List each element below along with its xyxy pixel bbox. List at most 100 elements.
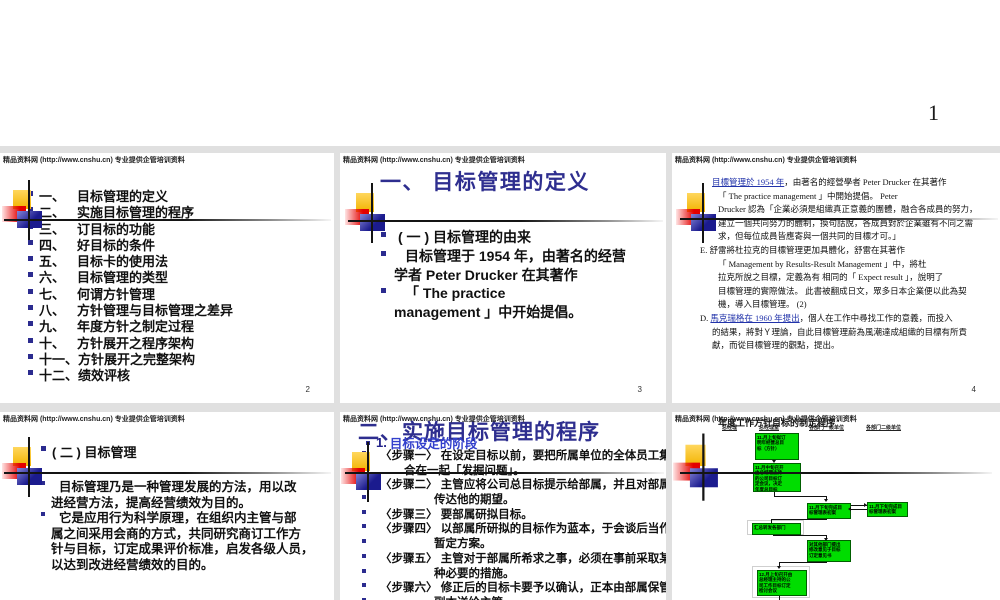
flow-box-table-draft-left[interactable]: 11.月下旬完成目 标管理表初案 xyxy=(807,503,851,519)
body-text: 目標管理於 1954 年，由著名的經營學者 Peter Drucker 在其著作… xyxy=(700,176,977,353)
connector-line xyxy=(773,535,827,536)
toc-item: 七、 何谓方针管理 xyxy=(28,284,233,302)
page-number: 1 xyxy=(928,100,939,125)
watermark-header: 精品资料网 (http://www.cnshu.cn) 专业提供企管培训资料 xyxy=(343,157,525,164)
page-number: 3 xyxy=(637,385,642,394)
step-line: 〈步骤六〉 修正后的目标卡要予以确认，正本由部属保管， xyxy=(362,579,666,594)
bullet-text: management 」中开始提倡。 xyxy=(394,304,583,321)
lane-header-level2: 各部门二级单位 xyxy=(866,425,902,431)
flow-box-distribute[interactable]: 汇总转发各部门 xyxy=(752,523,801,535)
text-line: 目標管理的實際做法。 此書被翻成日文，眾多日本企業便以此為契 xyxy=(700,285,977,299)
bullet-icon xyxy=(28,321,33,327)
bullet-line: ( 一 ) 目标管理的由来 xyxy=(381,227,626,246)
template-logo xyxy=(1,437,47,497)
toc-item: 二、 实施目标管理的程序 xyxy=(28,202,233,220)
bullet-line: 它是应用行为科学原理，在组织内主管与部 xyxy=(41,507,314,525)
text-line: D. 馬克瑞格在 1960 年提出，個人在工作中尋找工作的意義，而投入 xyxy=(700,312,977,326)
step-text: 〈步骤二〉 主管应将公司总目标提示给部属，并且对部属 xyxy=(380,479,666,492)
step-line: 〈步骤二〉 主管应将公司总目标提示给部属，并且对部属 xyxy=(362,476,666,491)
flow-box-feedback[interactable]: 对其他部门提出 修改意见于目标 订定意见书 xyxy=(807,540,851,562)
connector-line xyxy=(779,562,827,563)
title-rule xyxy=(348,220,663,222)
connector-line xyxy=(771,519,827,520)
section-label: 目标设定的阶段 xyxy=(389,437,478,451)
title-rule xyxy=(4,219,331,221)
toc-list: 一、 目标管理的定义 二、 实施目标管理的程序 三、 订目标的功能 四、 好目标… xyxy=(28,186,233,384)
text-segment: E. 舒雷將杜拉克的目標管理更加具體化，舒雷在其著作 xyxy=(700,244,905,255)
logo-vertical-line xyxy=(702,183,704,243)
text-segment: 求，但每位成員皆應寄與一個共同的目標才可。」 xyxy=(718,231,901,242)
slide-6-thumbnail[interactable]: 二、实施目标管理的程序 精品资料网 (http://www.cnshu.cn) … xyxy=(340,412,666,600)
toc-item: 十一、 方针展开之完整架构 xyxy=(28,349,233,367)
bullet-icon xyxy=(381,250,386,256)
template-logo xyxy=(1,180,47,240)
toc-item: 三、 订目标的功能 xyxy=(28,219,233,237)
arrow-left-icon xyxy=(848,507,851,511)
slide-7-thumbnail[interactable]: 年度工作方针目标的制定程序 精品资料网 (http://www.cnshu.cn… xyxy=(672,412,1000,600)
link-text[interactable]: 目標管理於 1954 年 xyxy=(712,177,784,187)
arrow-right-icon xyxy=(864,503,867,507)
watermark-header: 精品资料网 (http://www.cnshu.cn) 专业提供企管培训资料 xyxy=(675,416,857,423)
logo-vertical-line xyxy=(702,433,705,501)
flow-box-draft-goal[interactable]: 11.月上旬拟订 明年经营总目 标（方针） xyxy=(755,433,799,460)
bullet-icon xyxy=(362,524,366,529)
text-segment: ，由著名的經營學者 Peter Drucker 在其著作 xyxy=(784,177,947,187)
bullet-icon xyxy=(362,539,366,544)
text-segment: Drucker 認為「企業必須是組織真正意義的團體，融合各成員的努力， xyxy=(718,204,978,215)
arrow-down-icon xyxy=(777,566,781,569)
step-line: 〈步骤五〉 主管对于部属所希求之事，必须在事前采取某 xyxy=(362,550,666,565)
step-text: 副本送给主管。 xyxy=(434,594,515,600)
step-text: 〈步骤六〉 修正后的目标卡要予以确认，正本由部属保管， xyxy=(380,582,666,595)
heading-text: ( 二 ) 目标管理 xyxy=(52,445,137,460)
watermark-header: 精品资料网 (http://www.cnshu.cn) 专业提供企管培训资料 xyxy=(343,416,525,423)
watermark-header: 精品资料网 (http://www.cnshu.cn) 专业提供企管培训资料 xyxy=(3,157,185,164)
logo-vertical-line xyxy=(28,437,30,497)
toc-item: 八、 方针管理与目标管理之差异 xyxy=(28,300,233,318)
flow-box-table-draft-right[interactable]: 11.月下旬完成目 标管理表初案 xyxy=(867,502,908,517)
bullet-icon xyxy=(28,288,33,294)
template-logo xyxy=(344,183,390,243)
slide-sorter-canvas: 1 精品资料网 (http://www.cnshu.cn) 专业提供企管培训资料… xyxy=(0,0,1000,600)
bullet-text: 学者 Peter Drucker 在其著作 xyxy=(394,266,578,283)
template-logo xyxy=(672,433,724,501)
slide-4-thumbnail[interactable]: 精品资料网 (http://www.cnshu.cn) 专业提供企管培训资料 目… xyxy=(672,153,1000,403)
text-line: 拉克所說之目標，定義為有 相同的「 Expect result 」，說明了 xyxy=(700,271,977,285)
slide-1-thumbnail[interactable]: 1 xyxy=(0,0,1000,146)
page-number: 4 xyxy=(971,385,976,394)
bullet-line: 学者 Peter Drucker 在其著作 xyxy=(381,265,626,284)
connector-line xyxy=(774,496,827,497)
text-line: 的結果，將對Ｙ理論，自此目標管理蔚為風潮達成組織的目標有所貢 xyxy=(700,326,977,340)
toc-item: 五、 目标卡的使用法 xyxy=(28,251,233,269)
text-line: Drucker 認為「企業必須是組織真正意義的團體，融合各成員的努力， xyxy=(700,203,977,217)
flow-box-review-meeting[interactable]: 12.月上旬召开由 总经理主持的公 司工作目标订定 检讨会议 xyxy=(757,570,807,596)
link-text[interactable]: 馬克瑞格在 1960 年提出 xyxy=(710,313,799,323)
page-number: 2 xyxy=(305,385,310,394)
slide-2-thumbnail[interactable]: 精品资料网 (http://www.cnshu.cn) 专业提供企管培训资料 一… xyxy=(0,153,334,403)
slide-5-thumbnail[interactable]: 精品资料网 (http://www.cnshu.cn) 专业提供企管培训资料 (… xyxy=(0,412,334,600)
text-segment: 目標管理的實際做法。 此書被翻成日文，眾多日本企業便以此為契 xyxy=(718,285,967,296)
title-rule xyxy=(345,472,664,474)
text-segment: 機，導入目標管理。 (2) xyxy=(718,299,807,310)
step-text: 〈步骤三〉 要部属研拟目标。 xyxy=(380,508,533,521)
bullet-list: ( 一 ) 目标管理的由来 目标管理于 1954 年，由著名的经营 学者 Pet… xyxy=(381,227,626,321)
logo-vertical-line xyxy=(371,183,373,243)
bullet-icon xyxy=(28,272,33,278)
steps-list: 〈步骤一〉 在设定目标以前，要把所属单位的全体员工集 合在一起「发掘问题」。 〈… xyxy=(362,447,666,600)
text-line: 獻，而從目標管理的觀點，提出。 xyxy=(700,339,977,353)
arrow-down-icon xyxy=(824,538,828,541)
logo-vertical-line xyxy=(28,180,30,240)
text-line: E. 舒雷將杜拉克的目標管理更加具體化，舒雷在其著作 xyxy=(700,244,977,258)
step-text: 种必要的措施。 xyxy=(434,567,515,580)
slide-3-thumbnail[interactable]: 精品资料网 (http://www.cnshu.cn) 专业提供企管培训资料 一… xyxy=(340,153,666,403)
step-line: 合在一起「发掘问题」。 xyxy=(362,462,666,477)
step-line: 暂定方案。 xyxy=(362,535,666,550)
step-line: 〈步骤三〉 要部属研拟目标。 xyxy=(362,506,666,521)
watermark-header: 精品资料网 (http://www.cnshu.cn) 专业提供企管培训资料 xyxy=(3,416,185,423)
bullet-icon xyxy=(381,288,386,294)
flow-box-gm-meeting[interactable]: 11.月中旬召开 由总经理主持 的公司目标订 定会议，决定 年度总目标 xyxy=(753,463,801,492)
step-line: 传达他的期望。 xyxy=(362,491,666,506)
text-segment: D. xyxy=(700,312,711,323)
bullet-icon xyxy=(28,305,33,311)
toc-number: 十二、 xyxy=(39,368,79,384)
title-rule xyxy=(680,218,998,220)
